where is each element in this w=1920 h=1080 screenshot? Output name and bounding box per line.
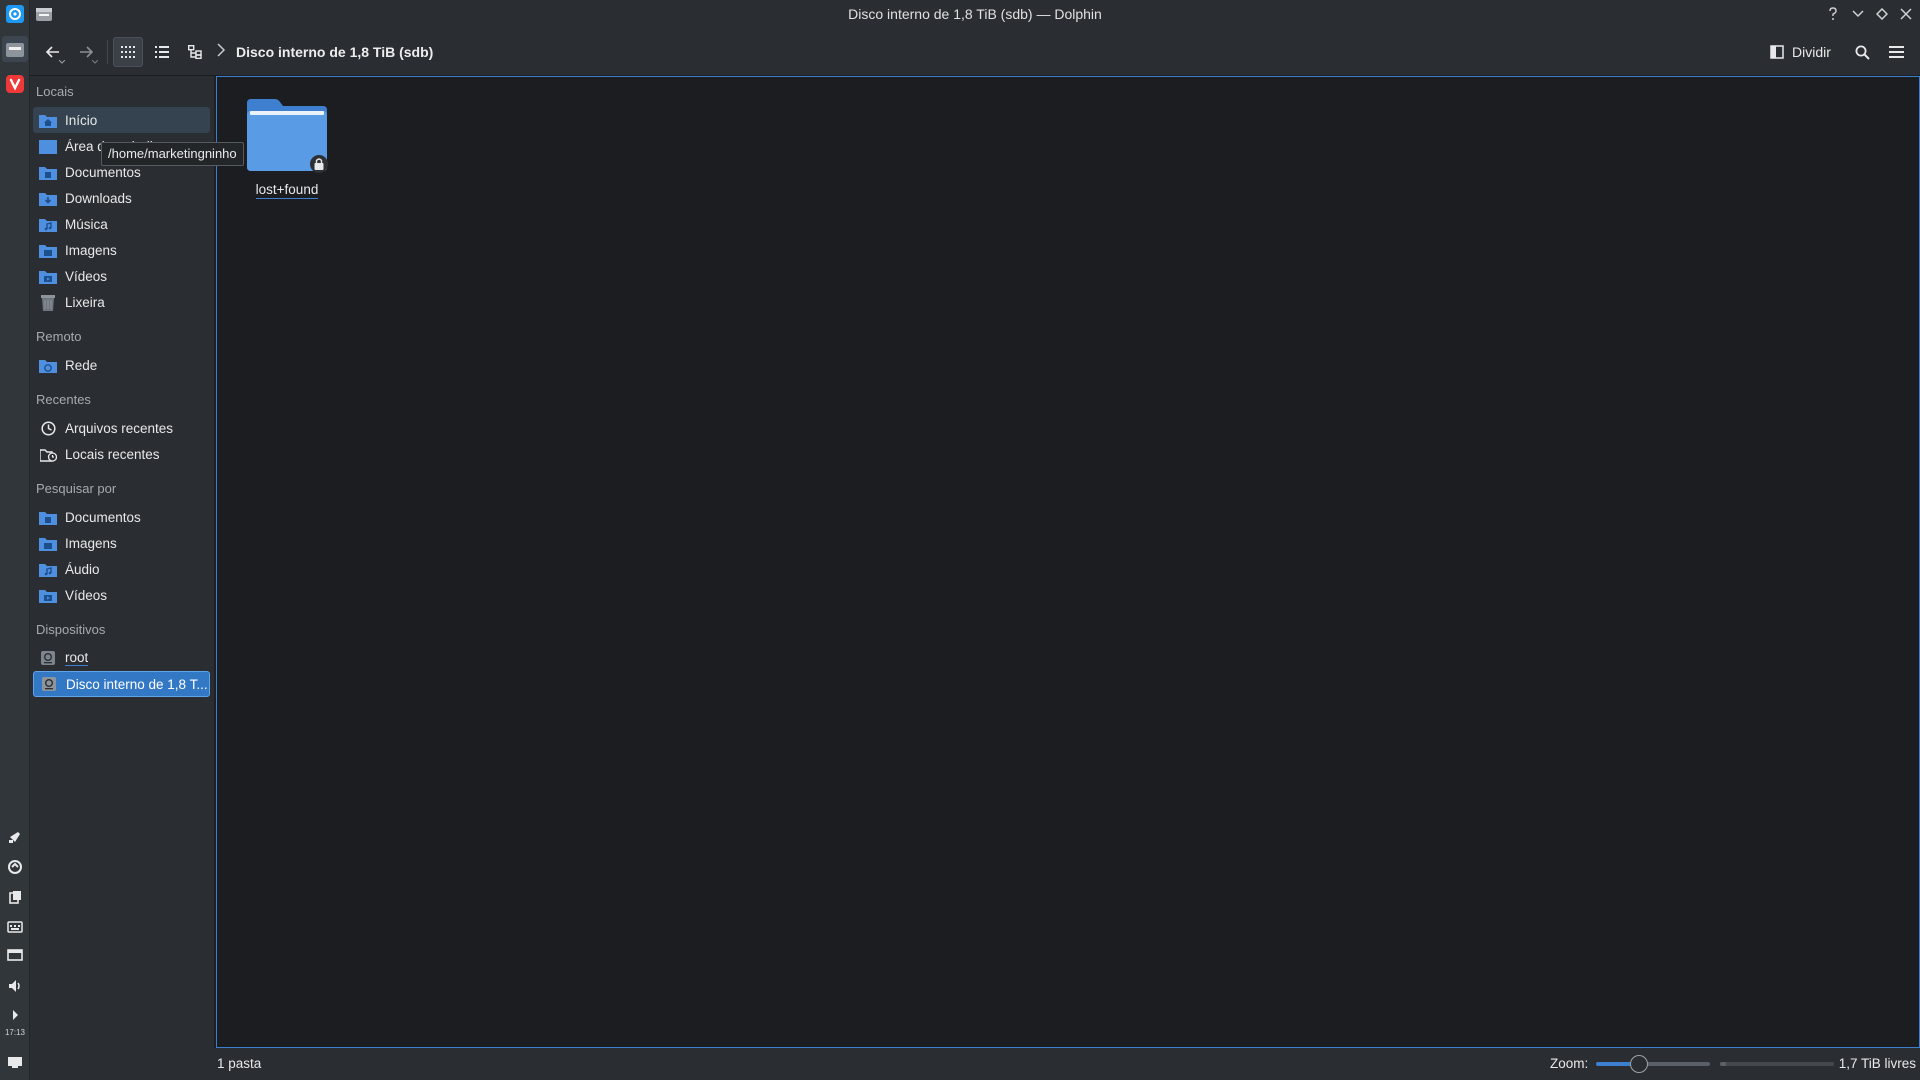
desktop-folder-icon <box>38 137 58 155</box>
maximize-icon[interactable] <box>1871 3 1893 25</box>
arrow-left-icon <box>45 46 59 58</box>
file-item[interactable]: lost+found <box>237 97 337 199</box>
chevron-right-icon <box>217 43 226 57</box>
split-view-icon <box>1770 45 1784 59</box>
list-icon <box>155 46 169 58</box>
device-root[interactable]: root <box>33 645 210 671</box>
place-downloads[interactable]: Downloads <box>33 185 210 211</box>
trash-icon <box>38 293 58 311</box>
place-locais-recentes[interactable]: Locais recentes <box>33 441 210 467</box>
help-icon[interactable] <box>1822 3 1844 25</box>
section-remoto: Remoto <box>36 329 82 344</box>
back-button[interactable] <box>39 37 67 67</box>
search-audio[interactable]: Áudio <box>33 556 210 582</box>
free-space-bar-fill <box>1720 1062 1726 1066</box>
icons-view-button[interactable] <box>113 37 143 67</box>
downloads-folder-icon <box>38 189 58 207</box>
clipboard-icon[interactable] <box>3 885 27 909</box>
task-panel: 17:13 <box>0 0 30 1080</box>
drive-icon <box>38 649 58 667</box>
section-pesquisar: Pesquisar por <box>36 481 117 496</box>
section-recentes: Recentes <box>36 392 91 407</box>
path-tooltip: /home/marketingninho <box>101 142 244 166</box>
free-space-bar <box>1720 1062 1834 1066</box>
place-imagens[interactable]: Imagens <box>33 237 210 263</box>
places-panel: Locais Início Área de trabalho Documento… <box>30 76 214 1080</box>
free-space-label[interactable]: 1,7 TiB livres <box>1839 1048 1916 1080</box>
hamburger-icon <box>1888 45 1904 58</box>
device-disco-interno[interactable]: Disco interno de 1,8 T... <box>33 671 210 697</box>
search-imagens[interactable]: Imagens <box>33 530 210 556</box>
videos-folder-icon <box>38 267 58 285</box>
place-inicio[interactable]: Início <box>33 107 210 133</box>
pictures-folder-icon <box>38 534 58 552</box>
toolbar: Disco interno de 1,8 TiB (sdb) Dividir <box>30 28 1920 76</box>
display-icon[interactable] <box>3 944 27 968</box>
split-button-label: Dividir <box>1792 44 1831 60</box>
vivaldi-task-icon[interactable] <box>3 72 27 96</box>
home-folder-icon <box>38 111 58 129</box>
documents-folder-icon <box>38 508 58 526</box>
toolbar-separator <box>107 40 108 64</box>
details-view-button[interactable] <box>148 37 176 67</box>
clock[interactable]: 17:13 <box>0 1028 30 1037</box>
notifications-icon[interactable] <box>3 825 27 849</box>
expand-tray-icon[interactable] <box>3 1003 27 1027</box>
search-button[interactable] <box>1848 37 1876 67</box>
place-lixeira[interactable]: Lixeira <box>33 289 210 315</box>
minimize-icon[interactable] <box>1847 3 1869 25</box>
breadcrumb[interactable]: Disco interno de 1,8 TiB (sdb) <box>236 28 433 76</box>
place-arquivos-recentes[interactable]: Arquivos recentes <box>33 415 210 441</box>
videos-folder-icon <box>38 586 58 604</box>
updates-icon[interactable] <box>3 855 27 879</box>
place-musica[interactable]: Música <box>33 211 210 237</box>
search-videos[interactable]: Vídeos <box>33 582 210 608</box>
search-icon <box>1855 45 1870 60</box>
section-dispositivos: Dispositivos <box>36 622 106 637</box>
show-desktop-icon[interactable] <box>3 1050 27 1074</box>
hamburger-menu-button[interactable] <box>1882 37 1910 67</box>
title-bar: Disco interno de 1,8 TiB (sdb) — Dolphin <box>30 0 1920 28</box>
file-name[interactable]: lost+found <box>255 182 319 199</box>
split-button[interactable]: Dividir <box>1770 37 1831 67</box>
clock-icon <box>38 419 58 437</box>
music-folder-icon <box>38 560 58 578</box>
file-view[interactable]: lost+found <box>216 76 1920 1048</box>
status-summary: 1 pasta <box>217 1056 262 1071</box>
music-folder-icon <box>38 215 58 233</box>
folder-locked-icon <box>247 99 328 173</box>
place-videos[interactable]: Vídeos <box>33 263 210 289</box>
status-bar: 1 pasta Zoom: 1,7 TiB livres <box>214 1048 1920 1080</box>
keyboard-icon[interactable] <box>3 915 27 939</box>
volume-icon[interactable] <box>3 974 27 998</box>
network-folder-icon <box>38 356 58 374</box>
tree-view-button[interactable] <box>181 37 209 67</box>
drive-icon <box>39 675 59 693</box>
zoom-slider-handle[interactable] <box>1630 1055 1649 1073</box>
forward-button[interactable] <box>72 37 100 67</box>
grid-icon <box>121 46 135 58</box>
documents-folder-icon <box>38 163 58 181</box>
zoom-label: Zoom: <box>1550 1056 1589 1071</box>
arrow-right-icon <box>80 46 94 58</box>
close-icon[interactable] <box>1895 3 1917 25</box>
recent-places-icon <box>38 445 58 463</box>
section-locais: Locais <box>36 84 74 99</box>
place-rede[interactable]: Rede <box>33 352 210 378</box>
app-launcher-icon[interactable] <box>3 2 27 26</box>
window-title: Disco interno de 1,8 TiB (sdb) — Dolphin <box>848 6 1102 22</box>
search-documentos[interactable]: Documentos <box>33 504 210 530</box>
dolphin-task-icon[interactable] <box>2 36 28 62</box>
zoom-slider[interactable] <box>1596 1055 1710 1073</box>
pictures-folder-icon <box>38 241 58 259</box>
tree-icon <box>188 45 202 59</box>
